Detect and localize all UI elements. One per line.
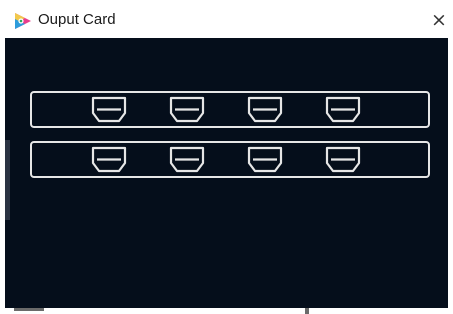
hdmi-port-icon[interactable] <box>91 96 127 123</box>
hdmi-port-icon[interactable] <box>169 146 205 173</box>
hdmi-port-icon[interactable] <box>325 96 361 123</box>
window-title: Ouput Card <box>38 11 116 28</box>
hdmi-port-icon[interactable] <box>169 96 205 123</box>
app-logo-icon <box>15 13 31 29</box>
hdmi-port-icon[interactable] <box>325 146 361 173</box>
hdmi-port-icon[interactable] <box>247 146 283 173</box>
output-slot-row-2 <box>30 141 430 178</box>
output-slot-row-1 <box>30 91 430 128</box>
left-edge-strip <box>5 140 10 220</box>
output-card-window: Ouput Card × <box>0 0 453 314</box>
hdmi-port-icon[interactable] <box>91 146 127 173</box>
bottom-edge-mark <box>305 308 309 314</box>
hdmi-port-icon[interactable] <box>247 96 283 123</box>
bottom-edge <box>0 308 453 314</box>
bottom-edge-mark <box>14 308 44 311</box>
title-bar[interactable]: Ouput Card × <box>0 0 453 38</box>
close-button[interactable]: × <box>428 8 450 32</box>
